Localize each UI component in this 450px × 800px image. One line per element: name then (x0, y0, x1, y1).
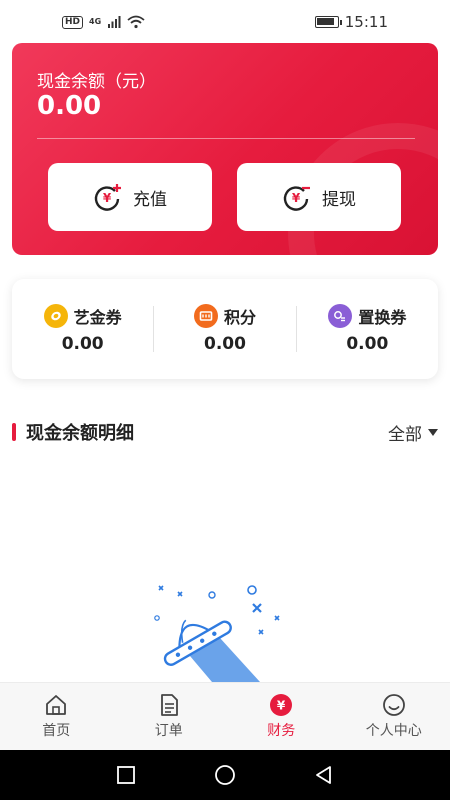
section-title-text: 现金余额明细 (26, 423, 134, 444)
points-label: 艺金券 (73, 308, 122, 327)
withdraw-label: 提现 (322, 189, 356, 210)
svg-text:¥: ¥ (292, 191, 301, 205)
balance-divider (37, 138, 415, 139)
tab-label: 首页 (42, 723, 71, 739)
recharge-label: 充值 (133, 189, 167, 210)
tab-label: 财务 (267, 723, 296, 739)
empty-state-ufo-illustration (154, 585, 280, 682)
withdraw-icon: ¥ (283, 186, 310, 211)
system-nav-bar (0, 750, 450, 800)
points-value: 0.00 (346, 334, 389, 354)
filter-dropdown[interactable]: 全部 (388, 420, 438, 445)
tab-label: 订单 (154, 723, 183, 739)
filter-label: 全部 (388, 424, 422, 445)
tab-orders[interactable]: 订单 (113, 683, 226, 750)
withdraw-button[interactable]: ¥ 提现 (237, 163, 401, 231)
hd-badge: HD (62, 15, 84, 29)
caret-down-icon (428, 428, 438, 436)
recharge-button[interactable]: ¥ 充值 (48, 163, 212, 231)
points-item-head: 艺金券 (43, 304, 122, 328)
points-item-head: 置换券 (328, 304, 406, 328)
network-badge: 4G (89, 17, 102, 26)
section-accent-bar (12, 423, 16, 441)
points-icon (193, 304, 218, 328)
finance-icon: ¥ (270, 694, 293, 716)
recent-apps-icon[interactable] (116, 765, 136, 785)
battery-icon (314, 16, 342, 28)
section-header: 现金余额明细 全部 (0, 418, 450, 446)
status-time: 15:11 (344, 13, 388, 31)
points-item-jifen[interactable]: 积分 0.00 (154, 304, 295, 354)
balance-title: 现金余额（元） (37, 72, 156, 92)
status-left: HD 4G (62, 15, 145, 29)
balance-amount: 0.00 (37, 91, 102, 121)
balance-card: 现金余额（元） 0.00 ¥ 充值 ¥ 提现 (12, 43, 438, 255)
points-item-zhihuanquan[interactable]: 置换券 0.00 (297, 304, 438, 354)
back-icon[interactable] (314, 765, 334, 785)
profile-icon (382, 694, 405, 716)
points-label: 置换券 (358, 308, 407, 327)
tab-finance[interactable]: ¥ 财务 (225, 683, 338, 750)
tab-label: 个人中心 (365, 723, 422, 739)
wifi-icon (127, 15, 145, 29)
signal-icon (108, 16, 121, 28)
points-card: 艺金券 0.00 积分 0.00 置换券 0.00 (12, 279, 438, 379)
points-value: 0.00 (61, 334, 104, 354)
points-label: 积分 (223, 308, 256, 327)
section-title: 现金余额明细 (12, 419, 134, 445)
status-right: 15:11 (314, 13, 388, 31)
tab-profile[interactable]: 个人中心 (338, 683, 450, 750)
status-bar: HD 4G 15:11 (0, 0, 450, 44)
coin-icon (43, 304, 68, 328)
svg-text:¥: ¥ (103, 191, 112, 205)
order-icon (160, 694, 178, 716)
voucher-icon (328, 304, 353, 328)
home-icon (46, 695, 67, 715)
points-value: 0.00 (204, 334, 246, 354)
points-item-head: 积分 (193, 304, 256, 328)
bottom-tab-bar: 首页 订单 ¥ 财务 个人中心 (0, 682, 450, 750)
home-nav-icon[interactable] (214, 764, 236, 786)
svg-text:¥: ¥ (277, 699, 286, 713)
recharge-icon: ¥ (94, 184, 121, 211)
points-item-yijinquan[interactable]: 艺金券 0.00 (12, 304, 153, 354)
tab-home[interactable]: 首页 (0, 683, 113, 750)
